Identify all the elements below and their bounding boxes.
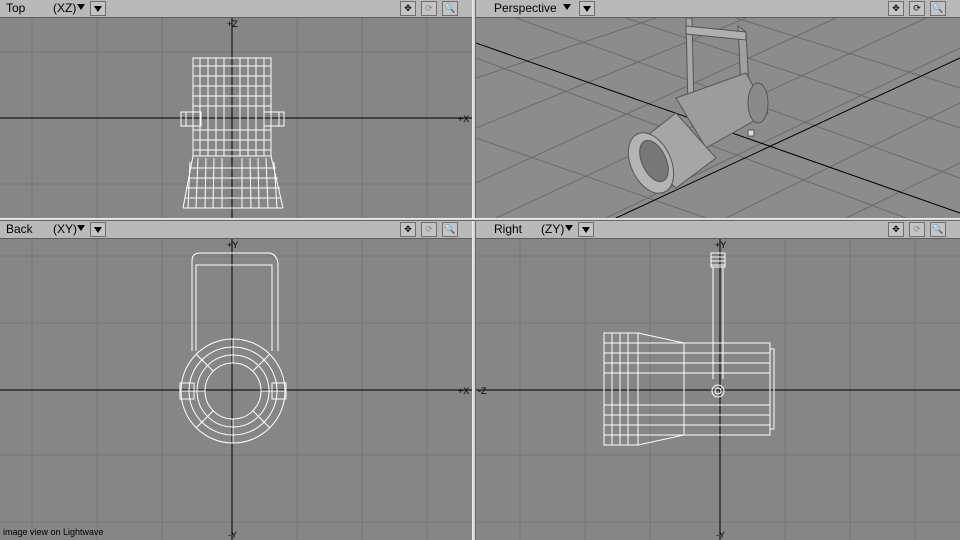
axis-label-neg-y: -Y: [716, 530, 725, 540]
viewport-right[interactable]: Right (ZY) ✥ ⟳ 🔍 +Y -Z -Y: [476, 221, 960, 540]
rotate-icon[interactable]: ⟳: [909, 1, 925, 16]
rotate-icon[interactable]: ⟳: [909, 222, 925, 237]
viewport-divider-horizontal[interactable]: [0, 218, 960, 221]
viewport-right-title[interactable]: Right: [494, 222, 522, 236]
chevron-down-icon: [583, 6, 591, 12]
chevron-down-icon: [94, 6, 102, 12]
chevron-down-icon[interactable]: [77, 4, 85, 10]
viewport-perspective-title[interactable]: Perspective: [494, 1, 557, 15]
viewport-top-axes[interactable]: (XZ): [53, 1, 76, 15]
rotate-icon[interactable]: ⟳: [421, 222, 437, 237]
view-menu-button[interactable]: [578, 222, 594, 237]
view-menu-button[interactable]: [90, 222, 106, 237]
viewport-perspective-canvas[interactable]: [476, 18, 960, 218]
zoom-icon[interactable]: 🔍: [930, 222, 946, 237]
viewport-back-header: Back (XY) ✥ ⟳ 🔍: [0, 221, 472, 239]
zoom-icon[interactable]: 🔍: [442, 1, 458, 16]
axis-label-y: +Y: [715, 240, 726, 250]
viewport-right-canvas[interactable]: +Y -Z -Y: [476, 239, 960, 540]
rotate-icon[interactable]: ⟳: [421, 1, 437, 16]
viewport-perspective[interactable]: Perspective ✥ ⟳ 🔍: [476, 0, 960, 218]
viewport-divider-vertical[interactable]: [472, 0, 476, 540]
viewport-right-header: Right (ZY) ✥ ⟳ 🔍: [476, 221, 960, 239]
wireframe-right: [603, 252, 775, 446]
zoom-icon[interactable]: 🔍: [442, 222, 458, 237]
axis-label-x: +X: [458, 114, 469, 124]
move-icon[interactable]: ✥: [400, 1, 416, 16]
viewport-perspective-header: Perspective ✥ ⟳ 🔍: [476, 0, 960, 18]
axis-label-neg-z: -Z: [478, 386, 487, 396]
axis-label-z: +Z: [227, 19, 238, 29]
view-menu-button[interactable]: [579, 1, 595, 16]
move-icon[interactable]: ✥: [888, 222, 904, 237]
wireframe-back: [179, 252, 287, 444]
chevron-down-icon[interactable]: [563, 4, 571, 10]
chevron-down-icon: [582, 227, 590, 233]
viewport-back-canvas[interactable]: +Y +X -Y: [0, 239, 472, 540]
viewport-top-title[interactable]: Top: [6, 1, 25, 15]
zoom-icon[interactable]: 🔍: [930, 1, 946, 16]
viewport-top[interactable]: Top (XZ) ✥ ⟳ 🔍 +Z +X: [0, 0, 472, 218]
chevron-down-icon: [94, 227, 102, 233]
viewport-back[interactable]: Back (XY) ✥ ⟳ 🔍 +Y +X -Y: [0, 221, 472, 540]
viewport-top-header: Top (XZ) ✥ ⟳ 🔍: [0, 0, 472, 18]
view-menu-button[interactable]: [90, 1, 106, 16]
axis-label-x: +X: [458, 386, 469, 396]
viewport-right-axes[interactable]: (ZY): [541, 222, 564, 236]
chevron-down-icon[interactable]: [565, 225, 573, 231]
axis-label-y: +Y: [227, 240, 238, 250]
axis-label-neg-y: -Y: [228, 530, 237, 540]
move-icon[interactable]: ✥: [400, 222, 416, 237]
chevron-down-icon[interactable]: [77, 225, 85, 231]
viewport-back-axes[interactable]: (XY): [53, 222, 77, 236]
viewport-top-canvas[interactable]: +Z +X: [0, 18, 472, 218]
viewport-back-title[interactable]: Back: [6, 222, 33, 236]
image-caption: image view on Lightwave: [3, 527, 104, 537]
move-icon[interactable]: ✥: [888, 1, 904, 16]
